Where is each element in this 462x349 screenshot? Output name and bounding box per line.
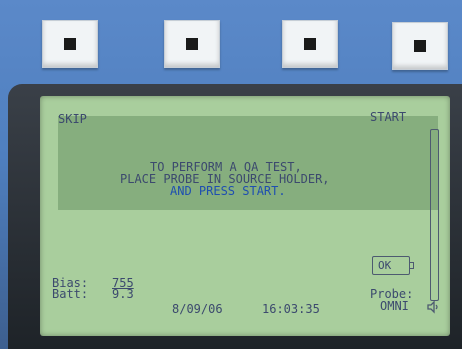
instruction-line-3: AND PRESS START. [170, 184, 286, 198]
softkey-marker [414, 40, 426, 52]
scrollbar[interactable] [430, 129, 439, 301]
softkey-1[interactable] [42, 20, 98, 68]
battery-ok-icon: OK [372, 256, 414, 275]
probe-value: OMNI [380, 299, 409, 313]
speaker-icon [427, 300, 438, 314]
ok-label: OK [378, 259, 392, 272]
device-panel: SKIP START TO PERFORM A QA TEST, PLACE P… [0, 0, 462, 349]
time-readout: 16:03:35 [262, 302, 320, 316]
softkey-4[interactable] [392, 22, 448, 70]
softkey-marker [304, 38, 316, 50]
lcd-screen: SKIP START TO PERFORM A QA TEST, PLACE P… [40, 96, 450, 336]
battery-value: 9.3 [112, 287, 134, 301]
battery-label: Batt: [52, 287, 89, 301]
softkey-marker [64, 38, 76, 50]
softkey-3[interactable] [282, 20, 338, 68]
date-readout: 8/09/06 [172, 302, 223, 316]
softkey-2[interactable] [164, 20, 220, 68]
battery-terminal [410, 262, 414, 269]
start-label[interactable]: START [370, 111, 406, 124]
skip-label[interactable]: SKIP [58, 113, 87, 126]
softkey-marker [186, 38, 198, 50]
